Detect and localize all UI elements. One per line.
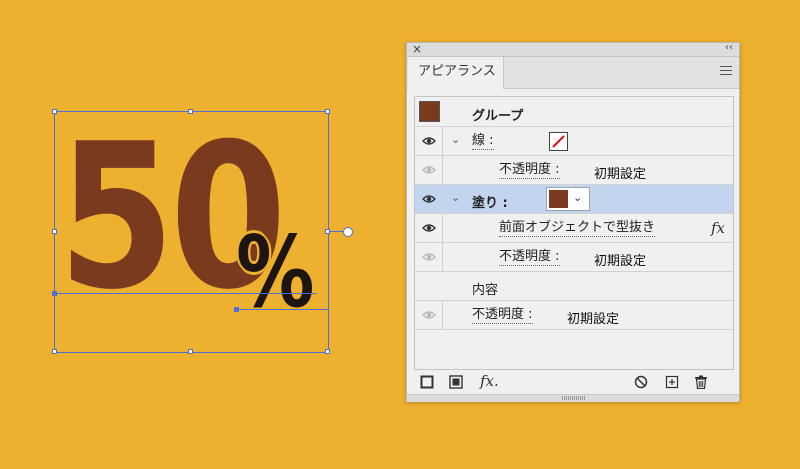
contents-label[interactable]: 内容 [472,279,498,298]
eye-icon[interactable] [422,310,436,320]
handle-bottom-left[interactable] [52,349,57,354]
stroke-swatch-none[interactable] [549,132,568,151]
opacity-label[interactable]: 不透明度 : [499,163,560,179]
fill-color-dropdown[interactable]: ⌄ [546,187,590,211]
chevron-down-icon: ⌄ [573,191,583,204]
collapse-icon[interactable]: ‹‹ [725,42,733,53]
add-new-stroke-icon[interactable] [420,375,434,389]
panel-menu-icon[interactable] [720,66,732,76]
opacity-value: 初期設定 [594,254,647,269]
opacity-label[interactable]: 不透明度 : [472,308,533,324]
delete-icon[interactable] [694,375,708,389]
chevron-down-icon[interactable]: ⌄ [451,133,460,146]
canvas-artwork[interactable]: 50 % [0,0,400,469]
opacity-value: 初期設定 [594,167,647,182]
appearance-panel: × ‹‹ アピアランス グループ ⌄ 線 : 不透明度 : 初期設定 ⌄ 塗り … [406,42,740,402]
handle-top-right[interactable] [325,109,330,114]
opacity-value: 初期設定 [567,312,620,327]
add-new-effect-icon[interactable]: fx. [480,372,499,390]
fx-icon[interactable]: fx [711,219,725,237]
eye-icon[interactable] [422,165,436,175]
rotate-handle[interactable] [343,227,353,237]
eye-icon[interactable] [422,252,436,262]
close-icon[interactable]: × [412,42,422,56]
fill-swatch [549,190,568,208]
knockout-effect-label[interactable]: 前面オブジェクトで型抜き [499,221,656,237]
row-contents[interactable]: 内容 [415,272,733,301]
row-group-opacity[interactable]: 不透明度 : 初期設定 [415,301,733,330]
handle-bottom-mid[interactable] [188,349,193,354]
row-group[interactable]: グループ [415,97,733,127]
row-stroke-opacity[interactable]: 不透明度 : 初期設定 [415,156,733,185]
handle-bottom-right[interactable] [325,349,330,354]
opacity-label[interactable]: 不透明度 : [499,250,560,266]
row-knockout-effect[interactable]: 前面オブジェクトで型抜き fx [415,214,733,243]
panel-titlebar: × ‹‹ [407,42,739,57]
chevron-down-icon[interactable]: ⌄ [451,191,460,204]
handle-mid-left[interactable] [52,229,57,234]
anchor-point[interactable] [52,291,57,296]
appearance-list: グループ ⌄ 線 : 不透明度 : 初期設定 ⌄ 塗り : ⌄ 前面オブジェクト… [414,96,734,370]
group-thumbnail [419,101,440,122]
add-new-fill-icon[interactable] [449,375,463,389]
fill-label[interactable]: 塗り : [472,192,508,211]
eye-icon[interactable] [422,223,436,233]
eye-icon[interactable] [422,194,436,204]
panel-tabbar: アピアランス [407,57,739,89]
clear-appearance-icon[interactable] [634,375,648,389]
no-color-slash-icon [552,135,565,148]
anchor-point[interactable] [234,307,239,312]
handle-mid-right[interactable] [325,229,330,234]
handle-top-left[interactable] [52,109,57,114]
row-fill-opacity[interactable]: 不透明度 : 初期設定 [415,243,733,272]
stroke-label[interactable]: 線 : [472,134,494,150]
duplicate-item-icon[interactable] [665,375,679,389]
eye-icon[interactable] [422,136,436,146]
rotate-connector [330,231,343,232]
path-baseline [55,293,317,294]
row-stroke[interactable]: ⌄ 線 : [415,127,733,156]
panel-resize-grip[interactable] [407,394,739,402]
path-lower-line [237,309,328,310]
handle-top-mid[interactable] [188,109,193,114]
row-fill[interactable]: ⌄ 塗り : ⌄ [415,185,733,214]
tab-appearance[interactable]: アピアランス [408,57,504,89]
panel-footer-toolbar: fx. [407,370,739,394]
group-label: グループ [472,109,524,124]
artwork-percent-sign[interactable]: % [236,224,315,322]
